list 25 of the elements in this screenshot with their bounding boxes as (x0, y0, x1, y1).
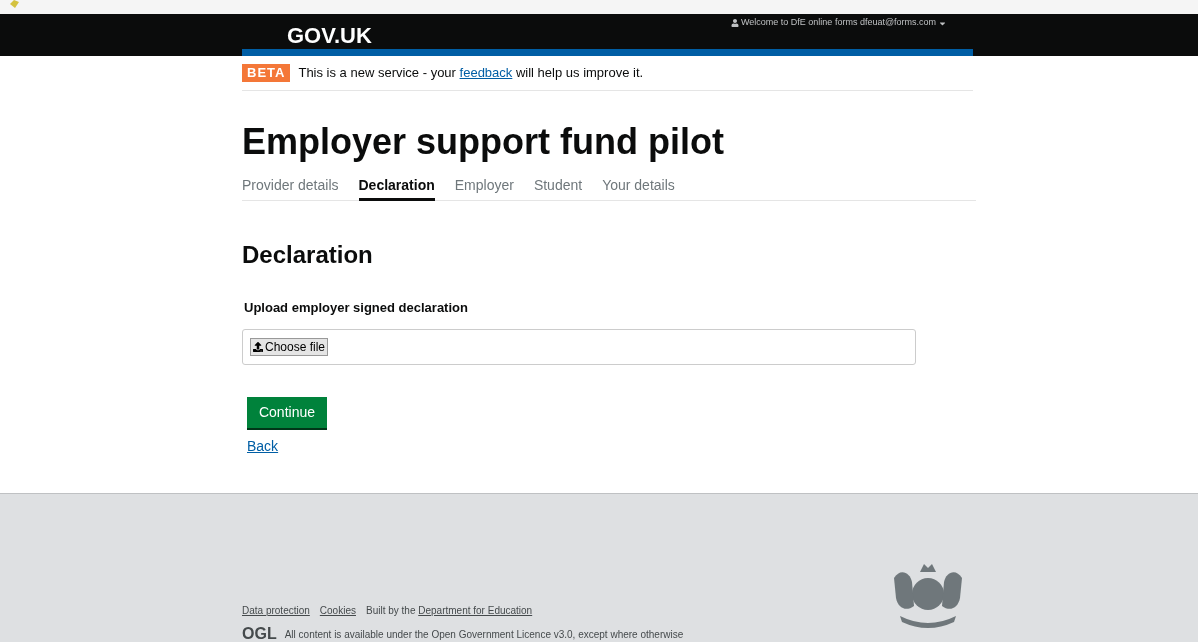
upload-label: Upload employer signed declaration (244, 298, 469, 317)
govuk-logo[interactable]: GOV.UK (287, 23, 372, 49)
section-heading: Declaration (242, 239, 374, 270)
licence-text: All content is available under the Open Government Licence v3.0, except where otherwise (284, 627, 684, 642)
feedback-link[interactable]: feedback (459, 64, 513, 80)
choose-file-button[interactable]: Choose file (250, 338, 329, 356)
back-link[interactable]: Back (247, 436, 279, 457)
footer-link[interactable]: Data protection (242, 603, 310, 618)
file-field[interactable]: Choose file (242, 329, 916, 365)
tab[interactable]: Employer (454, 176, 514, 201)
page-title: Employer support fund pilot (242, 121, 725, 162)
user-icon (731, 19, 739, 28)
footer-link[interactable]: Cookies (319, 603, 356, 618)
tab[interactable]: Provider details (242, 176, 339, 201)
tab[interactable]: Declaration (358, 176, 435, 201)
tab[interactable]: Your details (602, 176, 675, 201)
account-menu[interactable]: Welcome to DfE online forms dfeuat@forms.com (731, 16, 948, 30)
tab[interactable]: Student (533, 176, 583, 201)
beta-message: This is a new service - your feedback will help us improve it. (298, 63, 644, 82)
upload-icon (253, 342, 263, 352)
built-by-text: Built by the Department for Education (365, 604, 533, 618)
continue-button[interactable]: Continue (247, 397, 327, 428)
beta-tag: BETA (242, 63, 291, 82)
ogl-logo: OGL (242, 626, 277, 642)
department-link[interactable]: Department for Education (418, 605, 533, 616)
